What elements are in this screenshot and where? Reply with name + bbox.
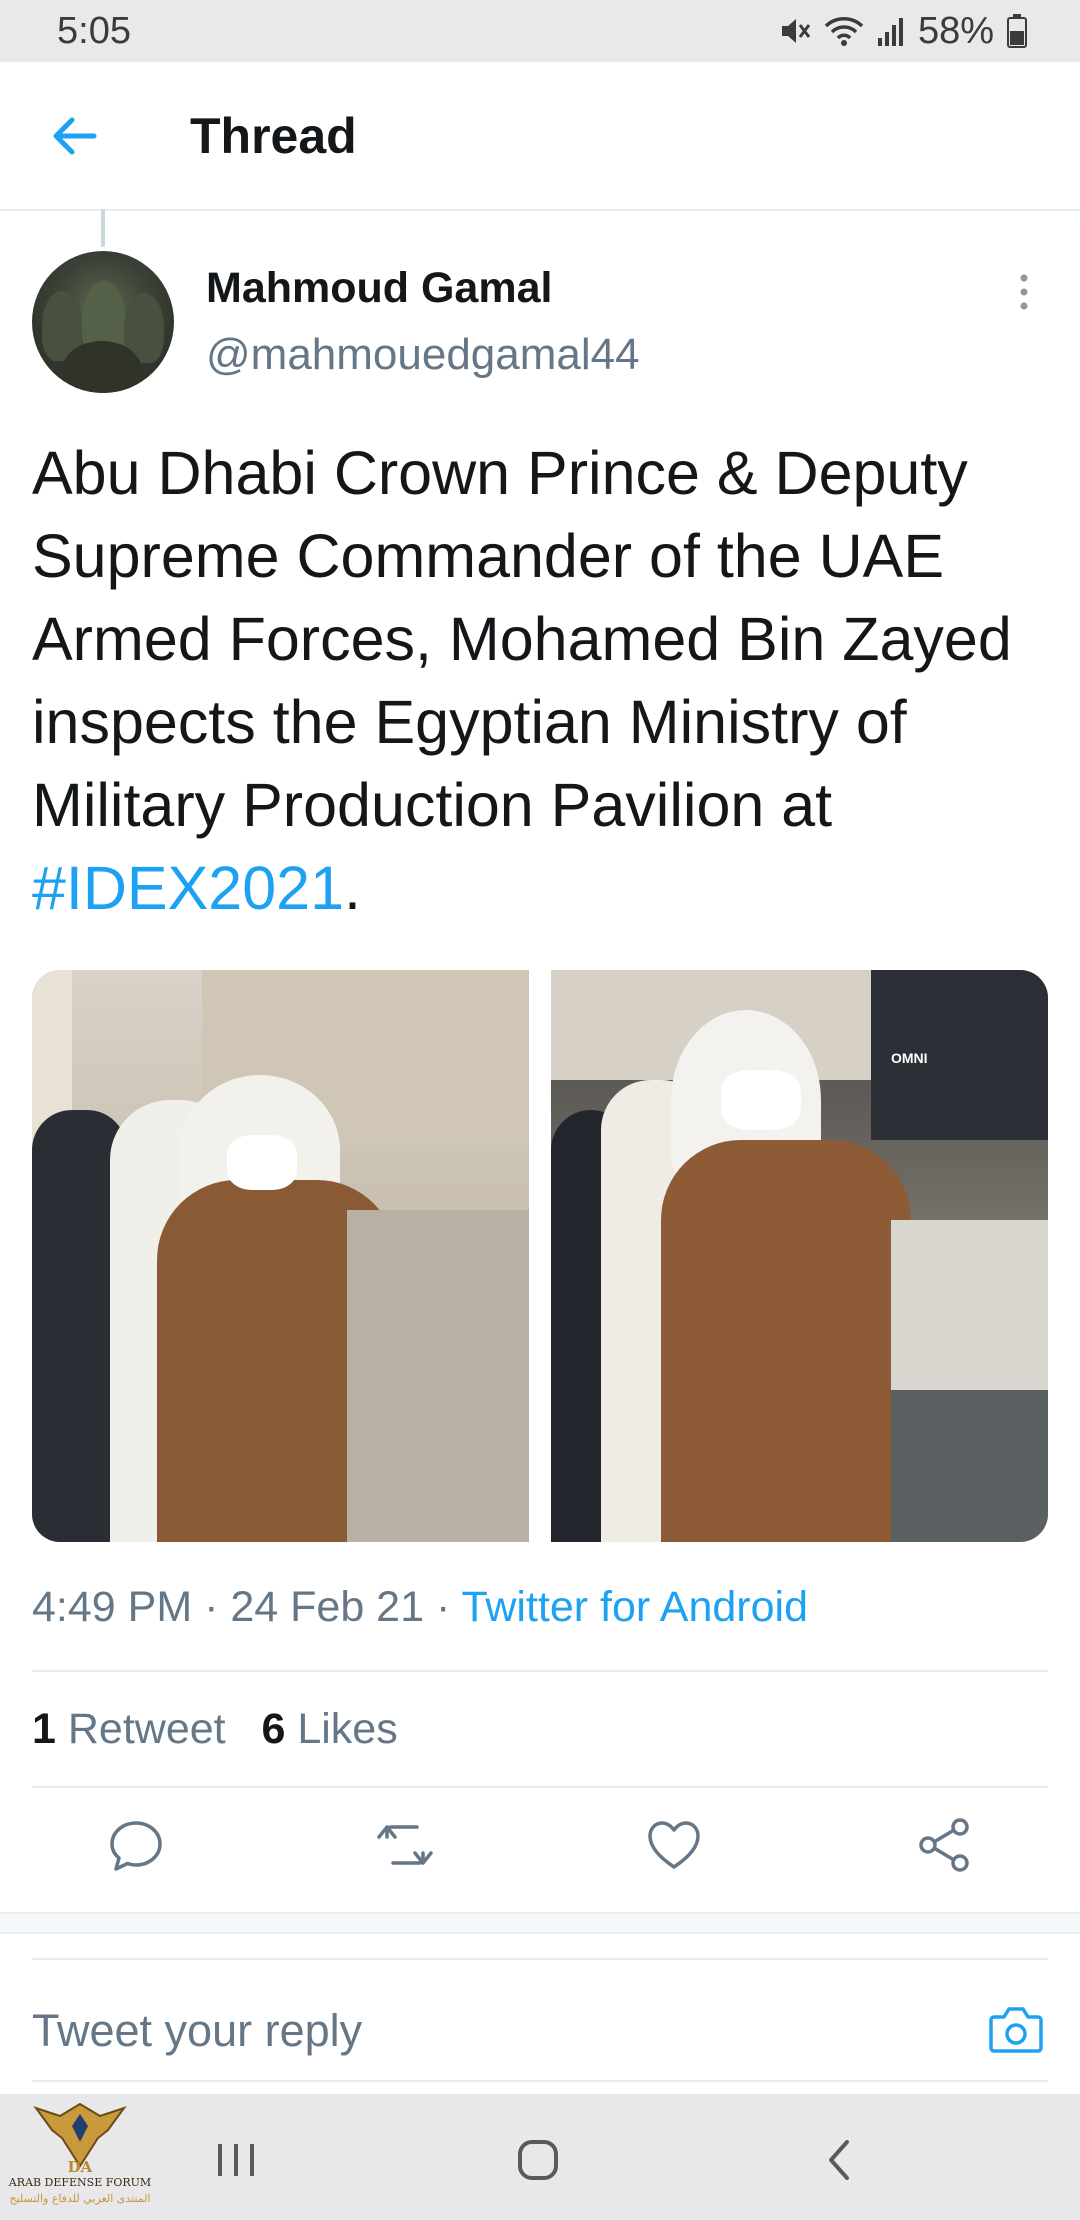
wifi-icon <box>824 17 864 46</box>
system-nav-bar <box>0 2094 1080 2220</box>
signal-icon <box>877 18 903 46</box>
home-icon[interactable] <box>512 2134 564 2186</box>
nav-back-icon[interactable] <box>815 2134 867 2186</box>
watermark-logo-letters: DA <box>67 2158 93 2176</box>
meta-separator-2: · <box>424 1583 462 1631</box>
status-bar: 5:05 58% <box>0 0 1080 62</box>
watermark-subtitle: المنتدى العربي للدفاع والتسليح <box>9 2192 151 2205</box>
tweet-photo-1[interactable] <box>32 970 529 1542</box>
section-separator <box>0 1912 1080 1934</box>
like-count: 6 <box>261 1705 286 1753</box>
retweet-count: 1 <box>32 1705 56 1753</box>
tweet-meta: 4:49 PM · 24 Feb 21 · Twitter for Androi… <box>32 1583 808 1632</box>
back-arrow-icon[interactable] <box>48 110 100 162</box>
tweet-text-end: . <box>344 854 361 922</box>
tweet-body: Abu Dhabi Crown Prince & Deputy Supreme … <box>32 439 1012 839</box>
likes-stat[interactable]: 6 Likes <box>261 1705 397 1753</box>
battery-icon <box>1007 14 1027 48</box>
watermark-title: ARAB DEFENSE FORUM <box>8 2176 152 2189</box>
retweets-stat[interactable]: 1 Retweet <box>32 1705 226 1753</box>
tweet-time: 4:49 PM <box>32 1583 193 1631</box>
app-bar: Thread <box>0 62 1080 211</box>
battery-percent: 58% <box>917 9 994 52</box>
page-title: Thread <box>190 108 357 164</box>
meta-separator-1: · <box>192 1583 231 1631</box>
photo-banner-text: OMNI <box>891 1050 928 1066</box>
like-label: Likes <box>297 1705 398 1753</box>
reply-bar[interactable]: Tweet your reply <box>32 1958 1048 2082</box>
reply-icon[interactable] <box>106 1815 166 1875</box>
like-icon[interactable] <box>644 1815 704 1875</box>
divider <box>32 1670 1048 1672</box>
author-name[interactable]: Mahmoud Gamal <box>206 264 552 313</box>
avatar[interactable] <box>32 251 174 393</box>
more-vertical-icon[interactable] <box>1010 272 1038 312</box>
camera-icon[interactable] <box>988 2003 1044 2055</box>
forum-watermark-logo: DA ARAB DEFENSE FORUM المنتدى العربي للد… <box>4 2098 156 2218</box>
reply-input[interactable]: Tweet your reply <box>32 2005 362 2057</box>
divider <box>32 1786 1048 1788</box>
tweet-text: Abu Dhabi Crown Prince & Deputy Supreme … <box>32 432 1052 930</box>
share-icon[interactable] <box>914 1815 974 1875</box>
author-handle[interactable]: @mahmouedgamal44 <box>206 330 640 380</box>
tweet-actions <box>0 1815 1080 1885</box>
engagement-counts: 1 Retweet 6 Likes <box>32 1705 398 1754</box>
status-icons: 58% <box>778 8 1028 54</box>
recents-icon[interactable] <box>210 2134 262 2186</box>
status-time: 5:05 <box>57 10 131 52</box>
thread-connector <box>101 209 105 247</box>
hashtag-link[interactable]: #IDEX2021 <box>32 854 344 922</box>
tweet-source-link[interactable]: Twitter for Android <box>461 1583 808 1631</box>
tweet-date: 24 Feb 21 <box>230 1583 425 1631</box>
retweet-label: Retweet <box>67 1705 226 1753</box>
tweet-media: OMNI <box>32 970 1048 1542</box>
retweet-icon[interactable] <box>375 1815 435 1875</box>
tweet-photo-2[interactable]: OMNI <box>551 970 1048 1542</box>
mute-icon <box>781 19 811 43</box>
